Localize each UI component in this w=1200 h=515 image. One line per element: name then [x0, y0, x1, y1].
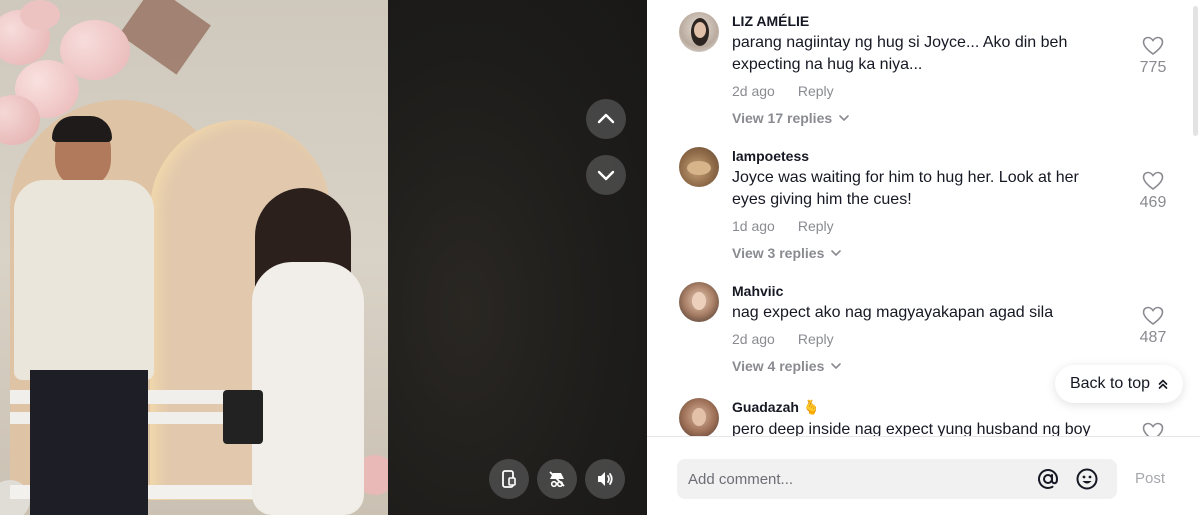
like-button[interactable] — [1131, 422, 1175, 436]
phone-device-icon — [502, 470, 516, 488]
comment-username[interactable]: LIZ AMÉLIE — [732, 12, 1112, 30]
comment-item: lampoetess Joyce was waiting for him to … — [679, 147, 1169, 272]
emoji-icon[interactable] — [1075, 467, 1099, 491]
volume-button[interactable] — [585, 459, 625, 499]
like-button[interactable]: 487 — [1131, 306, 1175, 348]
avatar[interactable] — [679, 398, 719, 436]
man-pants — [30, 370, 148, 515]
like-count: 775 — [1139, 59, 1167, 76]
view-replies-button[interactable]: View 4 replies — [732, 357, 1112, 375]
handbag — [223, 390, 263, 444]
reply-button[interactable]: Reply — [798, 217, 834, 235]
double-chevron-up-icon — [1158, 379, 1168, 389]
device-button[interactable] — [489, 459, 529, 499]
at-icon[interactable] — [1036, 467, 1060, 491]
balloon — [20, 0, 60, 30]
avatar[interactable] — [679, 147, 719, 187]
comment-text: parang nagiintay ng hug si Joyce... Ako … — [732, 34, 1068, 73]
back-to-top-label: Back to top — [1069, 375, 1151, 392]
like-count: 469 — [1139, 194, 1167, 211]
avatar[interactable] — [679, 282, 719, 322]
comment-time: 1d ago — [732, 218, 775, 234]
comment-footer: Post — [647, 436, 1200, 515]
comment-item: LIZ AMÉLIE parang nagiintay ng hug si Jo… — [679, 12, 1169, 137]
chevron-down-icon — [831, 250, 842, 257]
view-replies-button[interactable]: View 17 replies — [732, 109, 1112, 127]
like-button[interactable]: 469 — [1131, 171, 1175, 213]
heart-icon — [1142, 36, 1164, 55]
private-mode-button[interactable] — [537, 459, 577, 499]
video-frame[interactable] — [0, 0, 388, 515]
comment-text: nag expect ako nag magyayakapan agad sil… — [732, 304, 1054, 321]
comments-scrollbar[interactable] — [1193, 6, 1198, 136]
comment-username[interactable]: Mahviic — [732, 282, 1112, 300]
reply-button[interactable]: Reply — [798, 330, 834, 348]
man-shirt — [14, 180, 154, 380]
heart-icon — [1142, 422, 1164, 436]
next-video-button[interactable] — [586, 155, 626, 195]
man-hair — [52, 116, 112, 142]
volume-icon — [598, 472, 613, 486]
view-replies-button[interactable]: View 3 replies — [732, 244, 1112, 262]
video-player[interactable] — [0, 0, 647, 515]
comment-username[interactable]: lampoetess — [732, 147, 1112, 165]
like-button[interactable]: 775 — [1131, 36, 1175, 78]
comment-input[interactable] — [688, 470, 1018, 488]
comment-username[interactable]: Guadazah 🫰 — [732, 398, 1112, 417]
heart-icon — [1142, 171, 1164, 190]
chevron-down-icon — [597, 170, 615, 181]
heart-icon — [1142, 306, 1164, 325]
chevron-up-icon — [597, 113, 615, 124]
view-replies-label: View 4 replies — [732, 358, 825, 374]
chevron-down-icon — [839, 115, 849, 122]
avatar[interactable] — [679, 12, 719, 52]
comment-time: 2d ago — [732, 331, 775, 347]
username-emoji: 🫰 — [802, 400, 821, 416]
reply-button[interactable]: Reply — [798, 82, 834, 100]
comment-item: Guadazah 🫰 pero deep inside nag expect y… — [679, 398, 1169, 436]
view-replies-label: View 3 replies — [732, 245, 825, 261]
previous-video-button[interactable] — [586, 99, 626, 139]
incognito-hat-icon — [549, 471, 565, 488]
post-button[interactable]: Post — [1135, 470, 1165, 487]
comment-input-container[interactable] — [677, 459, 1117, 499]
comment-username-text: Guadazah — [732, 399, 799, 415]
comment-text: Joyce was waiting for him to hug her. Lo… — [732, 169, 1079, 208]
back-to-top-button[interactable]: Back to top — [1055, 365, 1183, 403]
like-count: 487 — [1139, 329, 1167, 346]
chevron-down-icon — [831, 363, 842, 370]
comment-text: pero deep inside nag expect yung husband… — [732, 421, 1091, 436]
comment-time: 2d ago — [732, 83, 775, 99]
video-blur-background — [388, 0, 647, 515]
woman-dress — [252, 262, 364, 515]
view-replies-label: View 17 replies — [732, 110, 833, 126]
